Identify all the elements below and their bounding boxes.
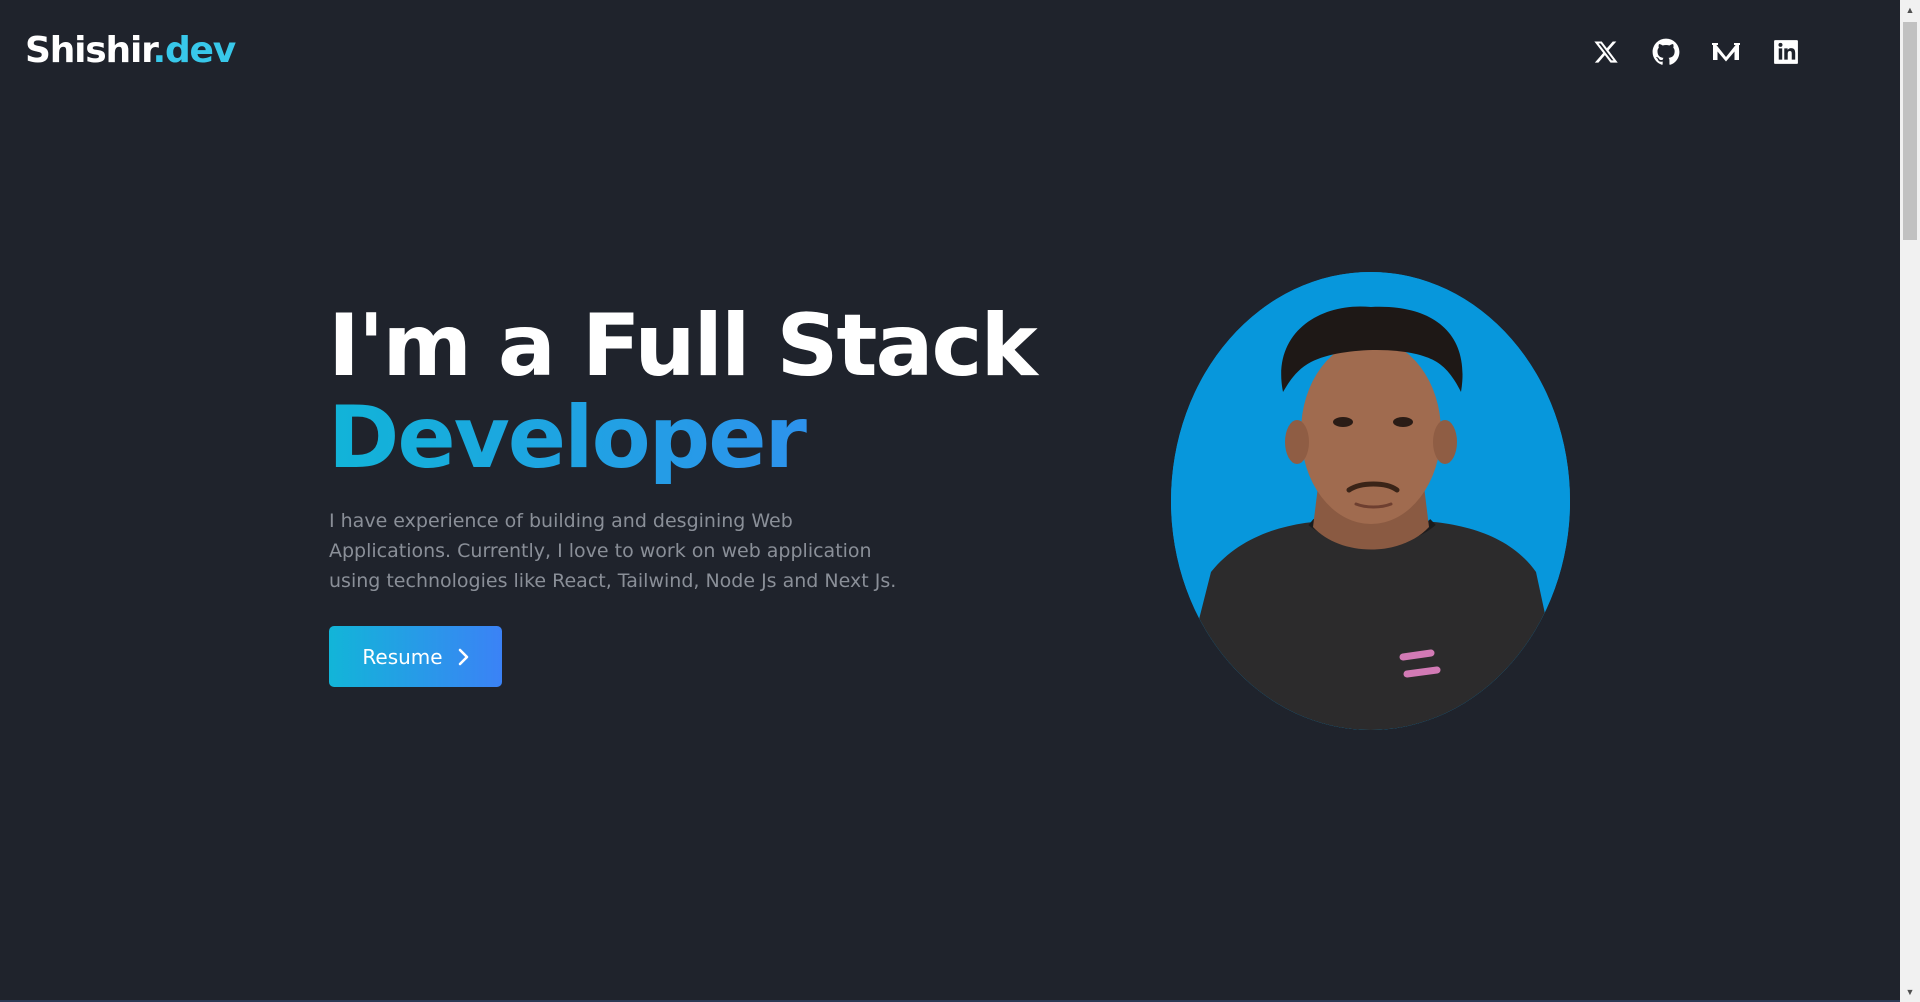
chevron-right-icon (457, 648, 469, 666)
hero-title-line2: Developer (328, 392, 1036, 484)
linkedin-link[interactable] (1756, 36, 1816, 68)
social-links (1576, 36, 1816, 68)
scroll-up-arrow-icon[interactable]: ▲ (1900, 0, 1920, 20)
resume-button-label: Resume (362, 644, 443, 669)
logo-accent-text: .dev (152, 30, 237, 71)
hero-title: I'm a Full Stack Developer (328, 300, 1038, 484)
medium-icon (1712, 40, 1740, 64)
x-twitter-icon (1593, 39, 1619, 65)
github-icon (1652, 38, 1680, 66)
portfolio-page: Shishir.dev I'm a Full Stack Developer I (0, 0, 1920, 1002)
resume-button[interactable]: Resume (329, 626, 502, 687)
x-twitter-link[interactable] (1576, 36, 1636, 68)
medium-link[interactable] (1696, 36, 1756, 68)
github-link[interactable] (1636, 36, 1696, 68)
site-logo[interactable]: Shishir.dev (25, 27, 237, 75)
scrollbar-thumb[interactable] (1903, 22, 1917, 240)
page-scrollbar[interactable]: ▲ ▼ (1900, 0, 1920, 1002)
linkedin-icon (1773, 39, 1799, 65)
profile-photo (1171, 272, 1570, 730)
hero-title-line1: I'm a Full Stack (328, 296, 1038, 396)
logo-main-text: Shishir (25, 30, 154, 71)
hero-description: I have experience of building and desgin… (329, 510, 897, 592)
profile-avatar (1171, 272, 1570, 730)
scroll-down-arrow-icon[interactable]: ▼ (1900, 982, 1920, 1002)
